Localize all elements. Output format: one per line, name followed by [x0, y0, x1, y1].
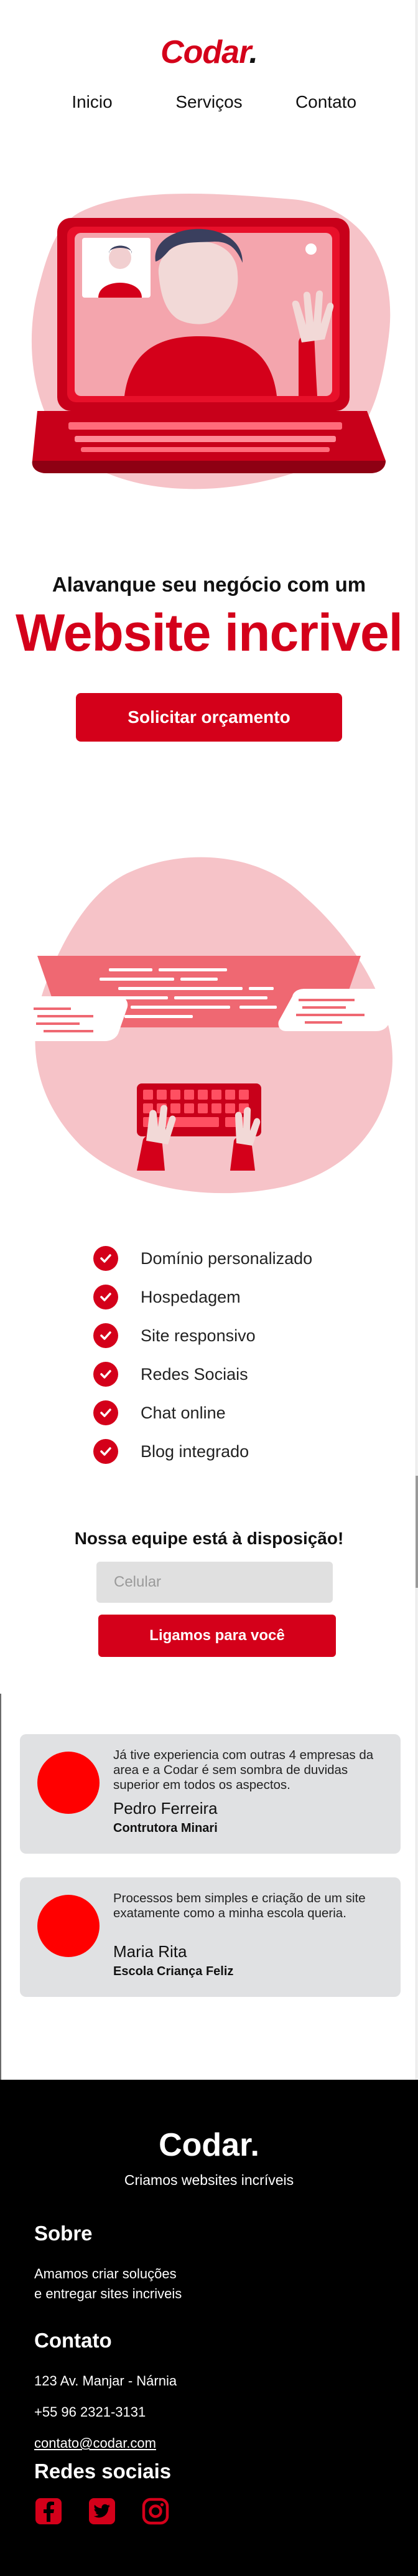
footer-phone: +55 96 2321-3131	[34, 2404, 146, 2420]
footer-about-line: e entregar sites incriveis	[34, 2286, 182, 2301]
hero-title: Website incrivel	[15, 603, 403, 662]
footer-social-heading: Redes sociais	[34, 2460, 172, 2483]
feature-item: Domínio personalizado	[93, 1239, 312, 1278]
testimonial-company: Contrutora Minari	[113, 1821, 218, 1835]
feature-label: Chat online	[141, 1403, 226, 1422]
hero-subtitle: Alavanque seu negócio com um	[52, 573, 366, 596]
logo-dot: .	[249, 34, 258, 70]
feature-label: Site responsivo	[141, 1326, 256, 1345]
feature-item: Redes Sociais	[93, 1355, 312, 1394]
testimonial-quote: Já tive experiencia com outras 4 empresa…	[113, 1748, 374, 1792]
check-circle-icon	[93, 1246, 118, 1271]
footer-logo: Codar.	[159, 2127, 259, 2163]
footer-about-line: Amamos criar soluções	[34, 2266, 177, 2281]
check-circle-icon	[93, 1285, 118, 1309]
testimonial-company: Escola Criança Feliz	[113, 1965, 234, 1978]
logo-text: Codar	[160, 34, 249, 70]
nav-link-contato[interactable]: Contato	[267, 92, 384, 112]
feature-item: Site responsivo	[93, 1316, 312, 1355]
testimonial-name: Maria Rita	[113, 1942, 187, 1961]
contact-form-title: Nossa equipe está à disposição!	[74, 1529, 344, 1548]
facebook-icon[interactable]	[34, 2497, 63, 2526]
check-circle-icon	[93, 1362, 118, 1387]
feature-item: Hospedagem	[93, 1278, 312, 1316]
footer-email-link[interactable]: contato@codar.com	[34, 2435, 156, 2451]
avatar	[37, 1895, 100, 1957]
check-circle-icon	[93, 1323, 118, 1348]
call-me-button[interactable]: Ligamos para você	[98, 1615, 336, 1657]
feature-label: Blog integrado	[141, 1441, 249, 1461]
page: Codar. Inicio Serviços Contato Alavanque…	[0, 0, 418, 2576]
twitter-icon[interactable]	[88, 2497, 116, 2526]
footer-tagline: Criamos websites incríveis	[124, 2172, 294, 2188]
feature-label: Redes Sociais	[141, 1364, 248, 1384]
check-circle-icon	[93, 1439, 118, 1464]
feature-item: Chat online	[93, 1394, 312, 1432]
laptop-video-call-illustration	[31, 194, 391, 489]
feature-label: Hospedagem	[141, 1287, 241, 1306]
testimonial-card: Já tive experiencia com outras 4 empresa…	[20, 1734, 401, 1854]
instagram-icon[interactable]	[141, 2497, 170, 2526]
nav-link-inicio[interactable]: Inicio	[34, 92, 151, 112]
nav-link-servicos[interactable]: Serviços	[151, 92, 267, 112]
features-list: Domínio personalizado Hospedagem Site re…	[93, 1239, 312, 1471]
coding-keyboard-illustration	[25, 857, 398, 1194]
request-quote-button[interactable]: Solicitar orçamento	[76, 693, 342, 742]
testimonial-name: Pedro Ferreira	[113, 1799, 218, 1818]
avatar	[37, 1752, 100, 1814]
site-footer: Codar. Criamos websites incríveis Sobre …	[0, 2080, 418, 2576]
site-logo[interactable]: Codar.	[0, 34, 418, 71]
feature-label: Domínio personalizado	[141, 1248, 313, 1268]
check-circle-icon	[93, 1400, 118, 1425]
testimonial-quote: Processos bem simples e criação de um si…	[113, 1891, 366, 1920]
testimonials-section: Já tive experiencia com outras 4 empresa…	[0, 1694, 418, 2080]
footer-about-heading: Sobre	[34, 2222, 93, 2245]
testimonial-card: Processos bem simples e criação de um si…	[20, 1877, 401, 1997]
feature-item: Blog integrado	[93, 1432, 312, 1471]
social-links	[34, 2497, 170, 2526]
footer-address: 123 Av. Manjar - Nárnia	[34, 2373, 177, 2389]
footer-contact-heading: Contato	[34, 2329, 112, 2352]
phone-input[interactable]	[96, 1562, 333, 1603]
main-nav: Inicio Serviços Contato	[0, 92, 418, 112]
